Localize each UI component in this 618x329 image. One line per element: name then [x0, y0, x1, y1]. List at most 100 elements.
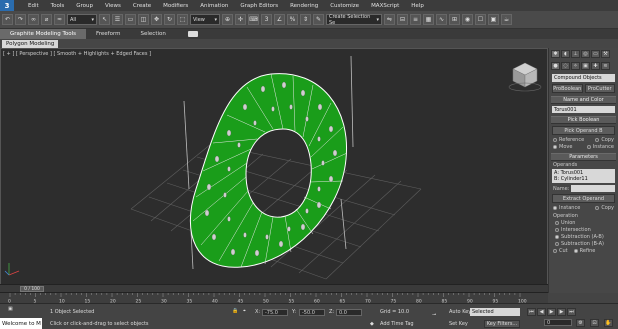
pivot-center-icon[interactable]: ⊕ — [222, 14, 233, 25]
rect-selection-icon[interactable]: ▭ — [125, 14, 136, 25]
utilities-tab-icon[interactable]: ⚒ — [601, 50, 610, 58]
menu-item-edit[interactable]: Edit — [22, 3, 45, 9]
previous-frame-icon[interactable]: ◀ — [537, 308, 546, 316]
name-and-color-header[interactable]: Name and Color — [551, 96, 616, 104]
y-coord-field[interactable]: -50.0 — [299, 309, 325, 316]
play-icon[interactable]: ▶ — [547, 308, 556, 316]
perspective-viewport[interactable]: [ + ] [ Perspective ] [ Smooth + Highlig… — [0, 48, 548, 293]
key-icon[interactable]: ⊸ — [432, 312, 436, 318]
tab-freeform[interactable]: Freeform — [86, 29, 131, 39]
geometry-icon[interactable]: ● — [551, 62, 560, 70]
link-icon[interactable]: ∞ — [28, 14, 39, 25]
space-warps-icon[interactable]: ≋ — [601, 62, 610, 70]
snaps-toggle-icon[interactable]: 3 — [261, 14, 272, 25]
material-editor-icon[interactable]: ◉ — [462, 14, 473, 25]
menu-item-graph-editors[interactable]: Graph Editors — [234, 3, 284, 9]
select-rotate-icon[interactable]: ↻ — [164, 14, 175, 25]
proboolean-button[interactable]: ProBoolean — [552, 84, 583, 93]
app-logo-icon[interactable]: 3 — [0, 0, 14, 11]
graphite-toggle-icon[interactable]: ▦ — [423, 14, 434, 25]
mirror-icon[interactable]: ⇋ — [384, 14, 395, 25]
list-item[interactable]: B: Cylinder11 — [554, 176, 613, 182]
subtraction-ab-radio[interactable]: Subtraction (A-B) — [549, 234, 618, 240]
set-key-button[interactable]: Set Key — [449, 321, 468, 327]
menu-item-create[interactable]: Create — [127, 3, 157, 9]
pan-view-icon[interactable]: ✋ — [604, 319, 613, 327]
window-crossing-icon[interactable]: ◫ — [138, 14, 149, 25]
viewcube-icon[interactable] — [508, 62, 542, 92]
ribbon-minimize-icon[interactable] — [187, 31, 198, 37]
menu-item-maxscript[interactable]: MAXScript — [365, 3, 405, 9]
undo-icon[interactable]: ↶ — [2, 14, 13, 25]
keyboard-shortcut-icon[interactable]: ⌨ — [248, 14, 259, 25]
angle-snap-icon[interactable]: ∠ — [274, 14, 285, 25]
absolute-mode-icon[interactable]: ⌖ — [243, 308, 246, 314]
rendered-frame-icon[interactable]: ▣ — [488, 14, 499, 25]
maxscript-listener-field[interactable]: Welcome to M — [0, 318, 42, 329]
select-object-icon[interactable]: ↖ — [99, 14, 110, 25]
hierarchy-tab-icon[interactable]: ⊥ — [571, 50, 580, 58]
go-to-end-icon[interactable]: ⏭ — [567, 308, 576, 316]
operand-name-field[interactable] — [571, 185, 615, 192]
menu-item-group[interactable]: Group — [70, 3, 99, 9]
spinner-snap-icon[interactable]: ⇕ — [300, 14, 311, 25]
redo-icon[interactable]: ↷ — [15, 14, 26, 25]
tab-graphite-modeling-tools[interactable]: Graphite Modeling Tools — [0, 29, 87, 39]
go-to-start-icon[interactable]: ⏮ — [527, 308, 536, 316]
time-slider[interactable]: 0 / 100 — [0, 284, 548, 292]
lock-selection-icon[interactable]: 🔒 — [232, 308, 238, 314]
object-name-field[interactable]: Torus001 — [552, 106, 615, 113]
layer-manager-icon[interactable]: ≡ — [410, 14, 421, 25]
extract-operand-button[interactable]: Extract Operand — [552, 194, 615, 203]
curve-editor-icon[interactable]: ∿ — [436, 14, 447, 25]
move-radio[interactable]: Move — [553, 144, 572, 150]
render-production-icon[interactable]: ☕ — [501, 14, 512, 25]
helpers-icon[interactable]: ✚ — [591, 62, 600, 70]
subtraction-ba-radio[interactable]: Subtraction (B-A) — [549, 241, 618, 247]
pick-operand-b-button[interactable]: Pick Operand B — [552, 126, 615, 135]
cut-radio[interactable]: Cut — [553, 248, 568, 254]
time-tag-icon[interactable]: ◆ — [370, 321, 374, 327]
select-scale-icon[interactable]: ⬚ — [177, 14, 188, 25]
shapes-icon[interactable]: ◌ — [561, 62, 570, 70]
menu-item-tools[interactable]: Tools — [45, 3, 71, 9]
menu-item-modifiers[interactable]: Modifiers — [157, 3, 194, 9]
extract-copy-radio[interactable]: Copy — [595, 205, 614, 211]
menu-item-views[interactable]: Views — [99, 3, 127, 9]
intersection-radio[interactable]: Intersection — [549, 227, 618, 233]
select-by-name-icon[interactable]: ☰ — [112, 14, 123, 25]
reference-radio[interactable]: Reference — [553, 137, 584, 143]
tab-polygon-modeling[interactable]: Polygon Modeling — [2, 40, 59, 48]
reference-coord-dropdown[interactable]: View ▾ — [190, 14, 220, 25]
bind-space-warp-icon[interactable]: ≈ — [54, 14, 65, 25]
menu-item-help[interactable]: Help — [405, 3, 430, 9]
next-frame-icon[interactable]: ▶ — [557, 308, 566, 316]
operands-list[interactable]: A: Torus001 B: Cylinder11 — [552, 169, 615, 183]
x-coord-field[interactable]: -75.0 — [262, 309, 288, 316]
menu-item-customize[interactable]: Customize — [324, 3, 365, 9]
layer-icon[interactable]: ▣ — [8, 306, 13, 312]
motion-tab-icon[interactable]: ◎ — [581, 50, 590, 58]
torus-object[interactable] — [189, 73, 348, 268]
pick-boolean-header[interactable]: Pick Boolean — [551, 116, 616, 124]
z-coord-field[interactable]: 0.0 — [336, 309, 362, 316]
align-icon[interactable]: ⊟ — [397, 14, 408, 25]
cameras-icon[interactable]: ▣ — [581, 62, 590, 70]
menu-item-rendering[interactable]: Rendering — [284, 3, 324, 9]
add-time-tag[interactable]: Add Time Tag — [380, 321, 414, 327]
modify-tab-icon[interactable]: ◖ — [561, 50, 570, 58]
create-tab-icon[interactable]: ✱ — [551, 50, 560, 58]
lights-icon[interactable]: ✧ — [571, 62, 580, 70]
edit-named-selection-icon[interactable]: ✎ — [313, 14, 324, 25]
extract-instance-radio[interactable]: Instance — [553, 205, 580, 211]
manipulate-icon[interactable]: ✢ — [235, 14, 246, 25]
percent-snap-icon[interactable]: % — [287, 14, 298, 25]
key-filters-button[interactable]: Key Filters... — [484, 320, 520, 328]
instance-radio[interactable]: Instance — [586, 144, 614, 150]
tab-selection[interactable]: Selection — [131, 29, 176, 39]
key-mode-dropdown[interactable]: Selected — [470, 308, 520, 316]
viewport-label[interactable]: [ + ] [ Perspective ] [ Smooth + Highlig… — [3, 51, 151, 57]
union-radio[interactable]: Union — [549, 220, 618, 226]
display-tab-icon[interactable]: ▭ — [591, 50, 600, 58]
copy-radio[interactable]: Copy — [595, 137, 614, 143]
